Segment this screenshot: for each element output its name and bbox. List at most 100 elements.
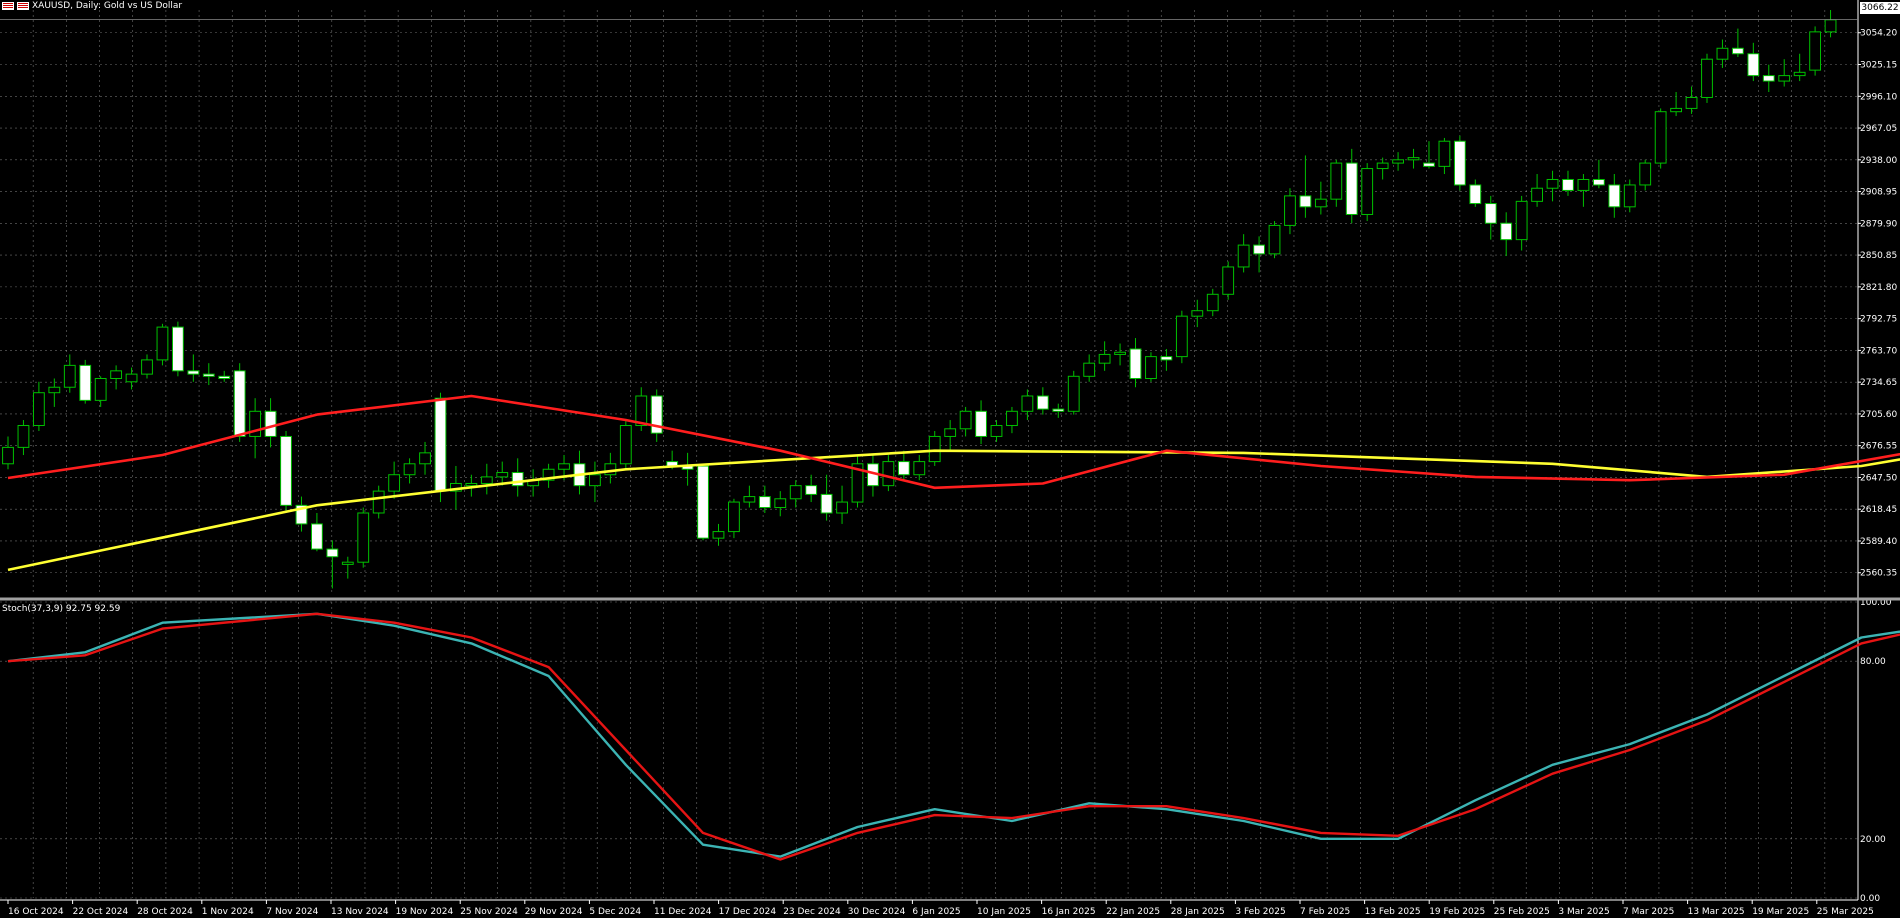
x-tick-label: 19 Mar 2025 xyxy=(1752,907,1809,917)
candle-body xyxy=(2,446,14,465)
y-tick-label: 2647.50 xyxy=(1860,473,1897,483)
candle-body xyxy=(619,425,632,465)
candle-body xyxy=(1731,47,1744,55)
candle-body xyxy=(1701,58,1713,98)
candle-body xyxy=(1361,168,1374,215)
candle-body xyxy=(511,472,524,487)
candle-body xyxy=(280,435,292,506)
candle-body xyxy=(480,476,493,484)
x-tick-label: 10 Jan 2025 xyxy=(977,907,1031,917)
candle-body xyxy=(1685,96,1698,109)
candle-body xyxy=(882,461,895,487)
x-tick-label: 13 Feb 2025 xyxy=(1365,907,1421,917)
candle-body xyxy=(1052,408,1065,412)
candle-body xyxy=(697,465,709,539)
y-tick-label: 2996.10 xyxy=(1860,92,1897,102)
x-tick-label: 7 Mar 2025 xyxy=(1623,907,1674,917)
candle-body xyxy=(326,548,339,558)
candle-body xyxy=(341,561,354,565)
x-tick-label: 19 Nov 2024 xyxy=(396,907,454,917)
candle-body xyxy=(913,461,926,476)
y-tick-label: 2938.00 xyxy=(1860,156,1897,166)
chart-canvas[interactable]: 3054.20 3025.15 2996.10 2967.05 2938.00 2908.… xyxy=(0,0,1900,918)
y-tick-label: 2589.40 xyxy=(1860,537,1897,547)
candle-body xyxy=(897,461,910,476)
candle-body xyxy=(820,493,833,514)
candle-body xyxy=(836,501,848,514)
candle-body xyxy=(1036,395,1049,410)
candle-body xyxy=(218,375,231,379)
candle-body xyxy=(589,474,601,487)
y-tick-label: 2618.45 xyxy=(1860,505,1897,515)
candle-body xyxy=(1160,356,1173,361)
candle-body xyxy=(1006,410,1018,427)
y-tick-label: 2850.85 xyxy=(1860,251,1897,261)
y-tick-label: 2705.60 xyxy=(1860,410,1897,420)
candle-body xyxy=(1423,162,1435,167)
candle-body xyxy=(1453,140,1466,186)
x-tick-label: 13 Mar 2025 xyxy=(1688,907,1745,917)
candle-body xyxy=(1299,195,1312,208)
candle-body xyxy=(1762,75,1775,82)
x-tick-label: 13 Nov 2024 xyxy=(331,907,389,917)
candle-body xyxy=(1546,178,1559,189)
stochastic-signal-line xyxy=(7,612,1900,861)
candle-body xyxy=(156,326,169,361)
candle-body xyxy=(928,435,941,463)
candle-body xyxy=(32,392,45,427)
stochastic-main-line xyxy=(7,612,1900,858)
x-tick-label: 23 Dec 2024 xyxy=(783,907,841,917)
current-price-tag: 3066.22 xyxy=(1860,2,1900,14)
y-tick-label: 2792.75 xyxy=(1860,315,1897,325)
x-tick-label: 25 Mar 2025 xyxy=(1817,907,1874,917)
x-tick-label: 17 Dec 2024 xyxy=(719,907,777,917)
candle-body xyxy=(125,373,138,383)
candle-body xyxy=(1345,162,1358,215)
x-tick-label: 6 Jan 2025 xyxy=(912,907,960,917)
candle-body xyxy=(975,410,987,437)
candle-body xyxy=(1716,47,1729,60)
x-tick-label: 16 Jan 2025 xyxy=(1042,907,1096,917)
x-tick-label: 30 Dec 2024 xyxy=(848,907,906,917)
candle-body xyxy=(944,428,957,437)
candle-body xyxy=(79,364,92,401)
candle-body xyxy=(233,370,246,437)
candle-body xyxy=(1376,162,1389,170)
candle-body xyxy=(1577,178,1590,191)
candle-body xyxy=(1469,184,1482,205)
y-tick-label: 2734.65 xyxy=(1860,378,1897,388)
candle-body xyxy=(372,490,385,514)
candle-body xyxy=(465,482,478,487)
candle-body xyxy=(774,498,787,509)
y-tick-label: 2560.35 xyxy=(1860,569,1897,579)
candle-body xyxy=(743,496,756,503)
candle-body xyxy=(311,523,323,550)
candle-body xyxy=(403,463,416,476)
candle-body xyxy=(1145,356,1157,379)
candle-body xyxy=(558,463,570,470)
candle-body xyxy=(1237,244,1250,268)
x-tick-label: 25 Feb 2025 xyxy=(1494,907,1550,917)
candle-body xyxy=(1330,162,1343,200)
y-tick-label: 2676.55 xyxy=(1860,442,1897,452)
candle-body xyxy=(789,485,802,500)
candle-body xyxy=(1809,31,1822,71)
candle-body xyxy=(1438,140,1451,167)
x-tick-label: 7 Feb 2025 xyxy=(1300,907,1350,917)
candle-body xyxy=(48,386,61,394)
candle-body xyxy=(171,326,184,372)
y-tick-label: 2967.05 xyxy=(1860,124,1897,134)
x-tick-label: 16 Oct 2024 xyxy=(8,907,64,917)
candle-body xyxy=(1206,293,1219,312)
candle-body xyxy=(1639,162,1652,186)
x-tick-label: 25 Nov 2024 xyxy=(460,907,518,917)
x-tick-label: 3 Mar 2025 xyxy=(1558,907,1609,917)
candle-body xyxy=(1392,159,1404,164)
candle-body xyxy=(1098,353,1111,364)
y-tick-label: 2908.95 xyxy=(1860,188,1897,198)
y-tick-label: 2821.80 xyxy=(1860,283,1897,293)
candle-body xyxy=(1083,362,1096,377)
x-tick-label: 1 Nov 2024 xyxy=(202,907,254,917)
candle-body xyxy=(94,377,107,401)
candle-body xyxy=(1747,53,1760,77)
